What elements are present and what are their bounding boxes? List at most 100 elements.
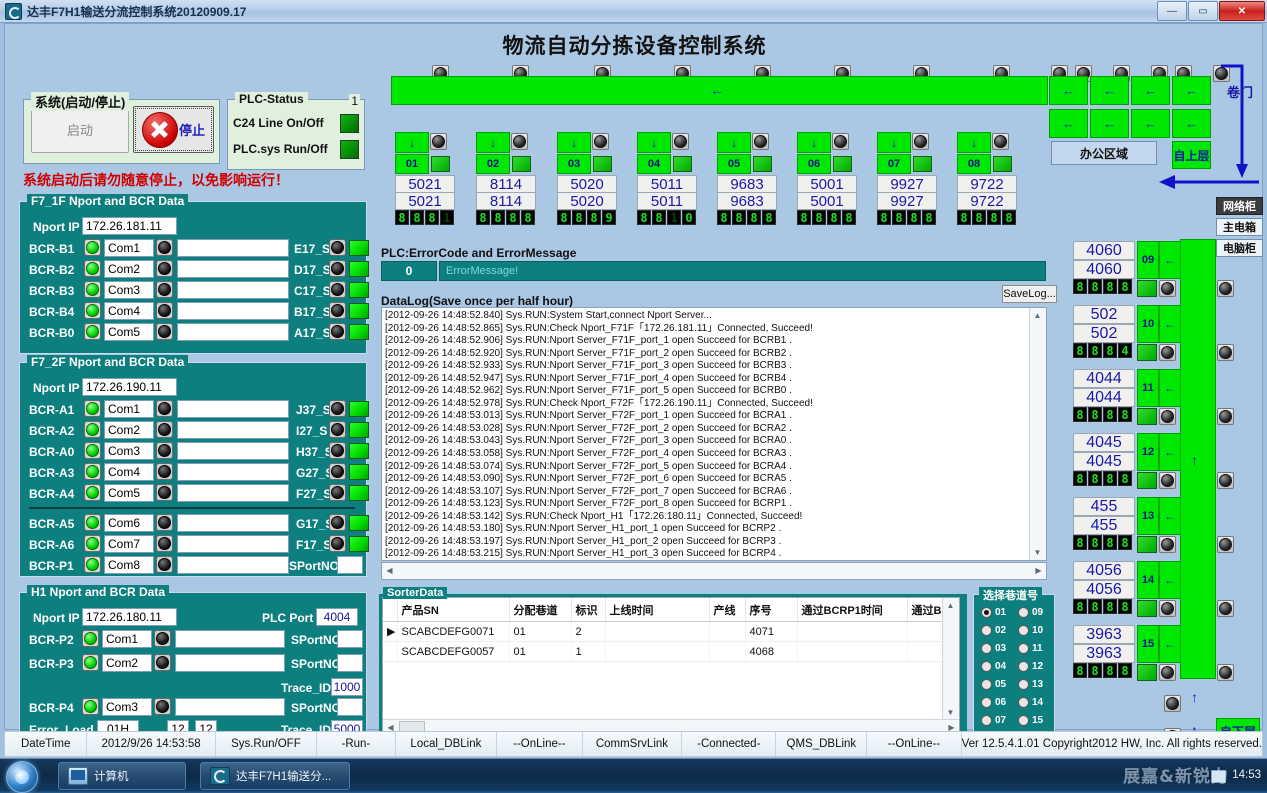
datalog-listbox[interactable]: [2012-09-26 14:48:52.840] Sys.RUN:System…: [381, 307, 1047, 561]
h1-row-0-sport-input[interactable]: [337, 630, 363, 648]
lane-radio-12[interactable]: 12: [1018, 661, 1043, 672]
h1-trace-id-1-input[interactable]: 1000: [331, 678, 363, 696]
grid-vertical-scrollbar[interactable]: ▲ ▼: [942, 598, 959, 736]
chute-05-button[interactable]: [752, 133, 769, 150]
lane-radio-05[interactable]: 05: [981, 679, 1006, 690]
table-row[interactable]: SCABCDEFG0057 01 1 4068 2012/9/26: [383, 642, 960, 662]
lane-radio-02[interactable]: 02: [981, 625, 1006, 636]
f71f-row-1-data[interactable]: [177, 260, 289, 278]
chute-07-button[interactable]: [912, 133, 929, 150]
lane-radio-01[interactable]: 01: [981, 607, 1006, 618]
f72f-row-6-data[interactable]: [177, 535, 289, 553]
lane-13-side-button[interactable]: [1217, 536, 1234, 553]
lane-14-button[interactable]: [1159, 600, 1176, 617]
h1-nport-ip-input[interactable]: 172.26.180.11: [82, 608, 177, 626]
f72f-row-2-data[interactable]: [177, 442, 289, 460]
lane-15-button[interactable]: [1159, 664, 1176, 681]
f71f-nport-ip-input[interactable]: 172.26.181.11: [82, 217, 177, 235]
f72f-row-5-com[interactable]: Com6: [104, 514, 154, 532]
f72f-row-7-sport-input[interactable]: [337, 556, 363, 574]
scroll-right-icon[interactable]: ▶: [1031, 563, 1046, 578]
f72f-row-6-com[interactable]: Com7: [104, 535, 154, 553]
scroll-down-icon[interactable]: ▼: [943, 705, 958, 720]
col-header-3[interactable]: 上线时间: [605, 598, 709, 622]
col-header-0[interactable]: 产品SN: [397, 598, 509, 622]
right-belt-button-6[interactable]: [1213, 65, 1230, 82]
lane-radio-15[interactable]: 15: [1018, 715, 1043, 726]
row-selector[interactable]: [383, 642, 397, 662]
f71f-row-2-com[interactable]: Com3: [104, 281, 154, 299]
lane-radio-03[interactable]: 03: [981, 643, 1006, 654]
chute-03-button[interactable]: [592, 133, 609, 150]
f71f-row-0-com[interactable]: Com1: [104, 239, 154, 257]
hscroll-track[interactable]: ◀ ▶: [382, 562, 1046, 579]
h1-row-2-sport-input[interactable]: [337, 698, 363, 716]
f72f-nport-ip-input[interactable]: 172.26.190.11: [82, 378, 177, 396]
lane-09-side-button[interactable]: [1217, 280, 1234, 297]
col-header-2[interactable]: 标识: [571, 598, 605, 622]
save-log-button[interactable]: SaveLog...: [1002, 285, 1057, 303]
f71f-row-2-data[interactable]: [177, 281, 289, 299]
f71f-row-1-com[interactable]: Com2: [104, 260, 154, 278]
taskbar-item-computer[interactable]: 计算机: [58, 762, 186, 790]
lane-radio-13[interactable]: 13: [1018, 679, 1043, 690]
f72f-row-0-com[interactable]: Com1: [104, 400, 154, 418]
lane-12-side-button[interactable]: [1217, 472, 1234, 489]
f72f-row-2-com[interactable]: Com3: [104, 442, 154, 460]
f71f-row-4-com[interactable]: Com5: [104, 323, 154, 341]
lane-radio-14[interactable]: 14: [1018, 697, 1043, 708]
lane-14-side-button[interactable]: [1217, 600, 1234, 617]
scroll-up-icon[interactable]: ▲: [943, 598, 958, 613]
start-button-orb[interactable]: [6, 761, 38, 793]
lane-13-button[interactable]: [1159, 536, 1176, 553]
f72f-row-4-data[interactable]: [177, 484, 289, 502]
f71f-row-4-data[interactable]: [177, 323, 289, 341]
chute-02-button[interactable]: [511, 133, 528, 150]
taskbar-item-app[interactable]: 达丰F7H1输送分...: [200, 762, 350, 790]
lane-radio-10[interactable]: 10: [1018, 625, 1043, 636]
vertical-belt-button-1[interactable]: [1164, 695, 1181, 712]
datalog-vertical-scrollbar[interactable]: ▲ ▼: [1029, 308, 1046, 560]
sorter-data-grid[interactable]: 产品SN 分配巷道 标识 上线时间 产线 序号 通过BCRP1时间 通过BCRP…: [382, 597, 960, 737]
lane-radio-04[interactable]: 04: [981, 661, 1006, 672]
lane-11-button[interactable]: [1159, 408, 1176, 425]
h1-row-1-sport-input[interactable]: [337, 654, 363, 672]
maximize-button[interactable]: ▭: [1188, 1, 1218, 21]
col-header-5[interactable]: 序号: [745, 598, 797, 622]
f72f-row-3-com[interactable]: Com4: [104, 463, 154, 481]
scroll-down-icon[interactable]: ▼: [1030, 545, 1045, 560]
h1-row-1-com[interactable]: Com2: [102, 654, 152, 672]
h1-row-2-com[interactable]: Com3: [102, 698, 152, 716]
f72f-row-4-com[interactable]: Com5: [104, 484, 154, 502]
scroll-up-icon[interactable]: ▲: [1030, 308, 1045, 323]
chute-06-button[interactable]: [832, 133, 849, 150]
col-header-4[interactable]: 产线: [709, 598, 745, 622]
lane-12-button[interactable]: [1159, 472, 1176, 489]
minimize-button[interactable]: —: [1157, 1, 1187, 21]
tray-clock[interactable]: 14:53: [1232, 769, 1261, 782]
lane-11-side-button[interactable]: [1217, 408, 1234, 425]
f72f-row-1-data[interactable]: [177, 421, 289, 439]
h1-row-0-data[interactable]: [175, 630, 285, 648]
f71f-row-3-com[interactable]: Com4: [104, 302, 154, 320]
col-header-6[interactable]: 通过BCRP1时间: [797, 598, 907, 622]
lane-radio-11[interactable]: 11: [1018, 643, 1043, 654]
chute-08-button[interactable]: [992, 133, 1009, 150]
f72f-row-0-data[interactable]: [177, 400, 289, 418]
f72f-row-1-com[interactable]: Com2: [104, 421, 154, 439]
lane-radio-07[interactable]: 07: [981, 715, 1006, 726]
col-header-1[interactable]: 分配巷道: [509, 598, 571, 622]
h1-plc-port-input[interactable]: 4004: [316, 608, 358, 626]
scroll-left-icon[interactable]: ◀: [382, 563, 397, 578]
datalog-horizontal-scrollbar[interactable]: ◀ ▶: [381, 562, 1047, 580]
f71f-row-3-data[interactable]: [177, 302, 289, 320]
lane-radio-09[interactable]: 09: [1018, 607, 1043, 618]
f72f-row-7-com[interactable]: Com8: [104, 556, 154, 574]
stop-button[interactable]: 停止: [133, 106, 214, 153]
row-selector[interactable]: ▶: [383, 622, 397, 642]
f71f-row-0-data[interactable]: [177, 239, 289, 257]
lane-10-side-button[interactable]: [1217, 344, 1234, 361]
lane-09-button[interactable]: [1159, 280, 1176, 297]
f72f-row-7-data[interactable]: [177, 556, 289, 574]
f72f-row-3-data[interactable]: [177, 463, 289, 481]
